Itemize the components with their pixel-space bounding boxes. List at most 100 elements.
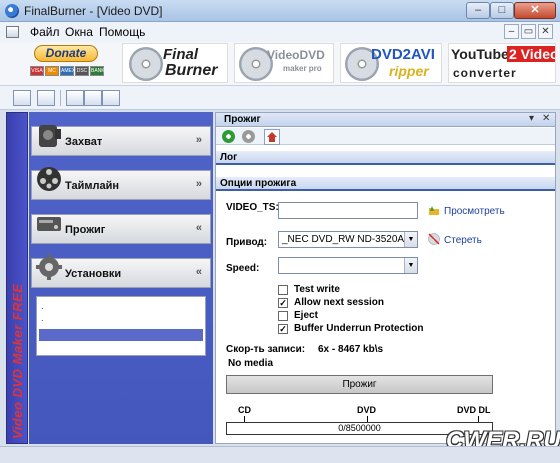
- ad-finalburner[interactable]: Final Burner: [122, 43, 228, 83]
- sidebar-item-label: Установки: [65, 268, 122, 280]
- sidebar-item-burn[interactable]: Прожиг «: [31, 214, 211, 244]
- sidebar-item-label: Таймлайн: [65, 180, 119, 192]
- panel-toolbar: [216, 128, 555, 145]
- edit-icon[interactable]: [37, 90, 55, 106]
- panel-header: Прожиг ▾ ✕: [216, 113, 555, 127]
- scale-label-cd: CD: [238, 405, 251, 415]
- status-bar: [0, 446, 560, 463]
- disc-erase-icon[interactable]: [428, 233, 440, 245]
- checkbox-box[interactable]: ✓: [278, 298, 288, 308]
- folder-open-icon[interactable]: [428, 205, 440, 217]
- gear-icon: [36, 254, 62, 280]
- sidebar-item-label: Захват: [65, 136, 103, 148]
- browse-link[interactable]: Просмотреть: [444, 206, 505, 217]
- drive-select[interactable]: _NEC DVD_RW ND-3520A ▼: [278, 231, 418, 248]
- minimize-button[interactable]: –: [466, 2, 490, 19]
- mdi-restore-button[interactable]: ▭: [521, 24, 536, 39]
- film-reel-icon: [37, 167, 61, 191]
- list-item[interactable]: .: [41, 301, 44, 311]
- burn-panel: Прожиг ▾ ✕ Лог Опции прожига VIDEO_TS: П…: [215, 112, 556, 444]
- ad-videodvd[interactable]: VideoDVD maker pro: [234, 43, 334, 83]
- product-strip: Video DVD Maker FREE: [6, 112, 28, 444]
- mdi-minimize-button[interactable]: –: [504, 24, 519, 39]
- panel-title: Прожиг: [224, 114, 261, 125]
- ad-youtube-line1b: 2 Video: [507, 46, 555, 62]
- video-ts-label: VIDEO_TS:: [226, 202, 279, 213]
- toolbar-separator: [60, 90, 61, 106]
- media-status: No media: [228, 358, 274, 369]
- ad-finalburner-line1: Final: [163, 46, 199, 63]
- erase-link[interactable]: Стереть: [444, 235, 482, 246]
- pin-dropdown-icon[interactable]: ▾: [529, 113, 534, 124]
- home-icon[interactable]: [264, 129, 280, 145]
- speed-select[interactable]: ▼: [278, 257, 418, 274]
- menu-windows[interactable]: Окна: [65, 25, 93, 39]
- checkbox-box[interactable]: [278, 311, 288, 321]
- card-discover-icon: DSC: [75, 66, 89, 76]
- card-visa-icon: VISA: [30, 66, 44, 76]
- sidebar-item-settings[interactable]: Установки «: [31, 254, 211, 288]
- menu-file[interactable]: Файл: [30, 25, 60, 39]
- chevron-up-icon: «: [195, 222, 202, 234]
- product-name: Video DVD Maker FREE: [10, 283, 25, 439]
- log-label: Лог: [220, 152, 238, 163]
- log-band[interactable]: Лог: [216, 151, 555, 165]
- panel-close-icon[interactable]: ✕: [542, 113, 550, 124]
- checkbox-label: Buffer Underrun Protection: [294, 323, 424, 334]
- card-mastercard-icon: MC: [45, 66, 59, 76]
- checkbox-label: Allow next session: [294, 297, 385, 308]
- speed-label: Speed:: [226, 263, 260, 274]
- ad-dvd2avi-line2: ripper: [389, 63, 429, 79]
- maximize-button[interactable]: □: [490, 2, 514, 19]
- list-item[interactable]: .: [41, 313, 44, 323]
- window-title: FinalBurner - [Video DVD]: [24, 4, 163, 18]
- sidebar-item-label: Прожиг: [65, 224, 106, 236]
- ad-videodvd-line2: maker pro: [283, 64, 322, 73]
- preferences-icon[interactable]: [13, 90, 31, 106]
- tile-horizontal-icon[interactable]: [84, 90, 102, 106]
- card-amex-icon: AMEX: [60, 66, 76, 76]
- checkbox-box[interactable]: ✓: [278, 324, 288, 334]
- ad-dvd2avi-line1: DVD2AVI: [371, 46, 435, 63]
- add-icon[interactable]: [222, 130, 235, 143]
- chevron-down-icon: ▼: [404, 232, 417, 247]
- write-speed-value: 6x - 8467 kb\s: [318, 344, 384, 355]
- drive-label: Привод:: [226, 237, 268, 248]
- checkbox-box[interactable]: [278, 285, 288, 295]
- settings-subpanel: . .: [36, 296, 206, 356]
- remove-icon[interactable]: [242, 130, 255, 143]
- burn-options-label: Опции прожига: [220, 178, 297, 189]
- checkbox-label: Eject: [294, 310, 318, 321]
- write-speed-label: Скор-ть записи:: [226, 344, 306, 355]
- video-ts-input[interactable]: [278, 202, 418, 219]
- document-icon[interactable]: [6, 26, 19, 38]
- scale-label-dvd: DVD: [357, 405, 377, 415]
- mdi-close-button[interactable]: ✕: [538, 24, 553, 39]
- checkbox-label: Test write: [294, 284, 340, 295]
- close-button[interactable]: ✕: [514, 2, 556, 19]
- sidebar-item-timeline[interactable]: Таймлайн »: [31, 167, 211, 200]
- drive-value: _NEC DVD_RW ND-3520A: [282, 234, 405, 245]
- ad-dvd2avi[interactable]: DVD2AVI ripper: [340, 43, 442, 83]
- scale-label-dvd-dl: DVD DL: [457, 405, 491, 415]
- chevron-down-icon: ▼: [404, 258, 417, 273]
- payment-cards: VISA MC AMEX DSC BANK: [30, 66, 108, 78]
- disc-icon: [129, 47, 163, 81]
- tile-vertical-icon[interactable]: [102, 90, 120, 106]
- app-icon: [5, 4, 19, 18]
- menu-bar: Файл Окна Помощь – ▭ ✕: [0, 22, 560, 42]
- chevron-up-icon: «: [195, 266, 202, 278]
- ad-videodvd-line1: VideoDVD: [267, 48, 325, 62]
- burn-button[interactable]: Прожиг: [226, 375, 493, 394]
- chevron-down-icon: »: [195, 178, 202, 190]
- chevron-down-icon: »: [195, 134, 202, 146]
- left-navigation-panel: Захват » Таймлайн » Прожиг « Установки «…: [29, 112, 213, 444]
- sidebar-item-capture[interactable]: Захват »: [31, 125, 211, 156]
- ad-youtube-line2: converter: [453, 66, 517, 80]
- selected-list-item[interactable]: [39, 329, 203, 341]
- menu-help[interactable]: Помощь: [99, 25, 145, 39]
- cascade-windows-icon[interactable]: [66, 90, 84, 106]
- toolbar: [0, 86, 560, 110]
- ad-youtube2video[interactable]: YouTube 2 Video converter: [448, 43, 556, 83]
- donate-button[interactable]: Donate: [34, 45, 98, 62]
